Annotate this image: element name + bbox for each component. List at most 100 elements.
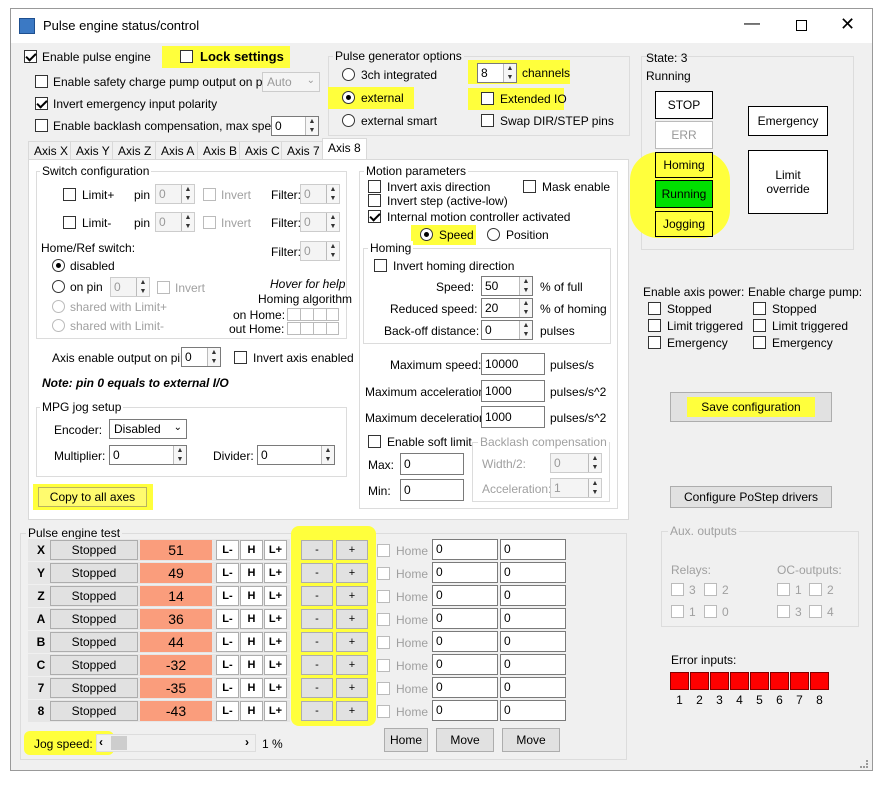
limit-plus-filter-spinner[interactable]: 0 ▲ ▼ (300, 184, 340, 204)
limit-plus-button[interactable]: L+ (264, 655, 287, 675)
lock-settings-checkbox[interactable] (180, 50, 193, 63)
tab-axis-x[interactable]: Axis X (28, 141, 75, 160)
chevron-right-icon[interactable]: › (245, 735, 249, 749)
max-accel-input[interactable]: 1000 (481, 380, 545, 402)
home-checkbox[interactable] (377, 705, 390, 718)
limit-minus-checkbox[interactable] (63, 216, 76, 229)
jog-plus-button[interactable]: + (336, 678, 368, 698)
width2-spinner[interactable]: 0 ▲ ▼ (550, 453, 602, 473)
jog-minus-button[interactable]: - (301, 701, 333, 721)
spin-arrows-icon[interactable]: ▲ ▼ (326, 213, 339, 231)
jog-plus-button[interactable]: + (336, 586, 368, 606)
move-button-1[interactable]: Move (436, 728, 494, 752)
radio-external-smart[interactable] (342, 114, 355, 127)
spin-arrows-icon[interactable]: ▲ ▼ (519, 277, 532, 295)
safety-pump-select[interactable]: Auto ⌄ (262, 72, 320, 92)
emergency-button[interactable]: Emergency (748, 106, 828, 136)
position-mode-radio[interactable] (487, 228, 500, 241)
reduced-speed-spinner[interactable]: 20 ▲ ▼ (481, 298, 533, 318)
radio-3ch-integrated[interactable] (342, 68, 355, 81)
relay-3-checkbox[interactable] (671, 583, 684, 596)
tab-axis-c[interactable]: Axis C (239, 141, 286, 160)
spin-arrows-icon[interactable]: ▲ ▼ (503, 64, 516, 82)
position-input-1[interactable]: 0 (432, 700, 498, 721)
position-input-1[interactable]: 0 (432, 562, 498, 583)
spin-arrows-icon[interactable]: ▲ ▼ (305, 117, 318, 135)
out-home-algorithm-cells[interactable] (287, 322, 339, 335)
home-filter-spinner[interactable]: 0 ▲ ▼ (300, 241, 340, 261)
home-h-button[interactable]: H (240, 563, 263, 583)
max-decel-input[interactable]: 1000 (481, 406, 545, 428)
soft-min-input[interactable]: 0 (400, 479, 464, 501)
acceleration-spinner[interactable]: 1 ▲ ▼ (550, 478, 602, 498)
jog-minus-button[interactable]: - (301, 540, 333, 560)
homing-speed-spinner[interactable]: 50 ▲ ▼ (481, 276, 533, 296)
jog-minus-button[interactable]: - (301, 563, 333, 583)
charge-pump-stopped-checkbox[interactable] (753, 302, 766, 315)
home-h-button[interactable]: H (240, 609, 263, 629)
home-disabled-radio[interactable] (52, 259, 65, 272)
internal-motion-checkbox[interactable] (368, 210, 381, 223)
home-h-button[interactable]: H (240, 701, 263, 721)
spin-arrows-icon[interactable]: ▲ ▼ (326, 185, 339, 203)
limit-minus-filter-spinner[interactable]: 0 ▲ ▼ (300, 212, 340, 232)
backlash-checkbox[interactable] (35, 119, 48, 132)
jog-minus-button[interactable]: - (301, 609, 333, 629)
home-checkbox[interactable] (377, 636, 390, 649)
home-checkbox[interactable] (377, 659, 390, 672)
soft-limit-checkbox[interactable] (368, 435, 381, 448)
jog-minus-button[interactable]: - (301, 678, 333, 698)
limit-minus-button[interactable]: L- (216, 609, 239, 629)
on-home-algorithm-cells[interactable] (287, 308, 339, 321)
save-configuration-button[interactable]: Save configuration (670, 392, 832, 422)
multiplier-spinner[interactable]: 0 ▲ ▼ (109, 445, 187, 465)
position-input-2[interactable]: 0 (500, 700, 566, 721)
jog-plus-button[interactable]: + (336, 609, 368, 629)
jog-plus-button[interactable]: + (336, 632, 368, 652)
invert-homing-dir-checkbox[interactable] (374, 259, 387, 272)
extended-io-checkbox[interactable] (481, 92, 494, 105)
speed-mode-radio[interactable] (420, 228, 433, 241)
limit-plus-button[interactable]: L+ (264, 632, 287, 652)
home-checkbox[interactable] (377, 682, 390, 695)
jogging-state-button[interactable]: Jogging (655, 211, 713, 237)
position-input-1[interactable]: 0 (432, 539, 498, 560)
spin-arrows-icon[interactable]: ▲ ▼ (181, 185, 194, 203)
spin-arrows-icon[interactable]: ▲ ▼ (136, 278, 149, 296)
swap-dir-checkbox[interactable] (481, 114, 494, 127)
home-checkbox[interactable] (377, 544, 390, 557)
spin-arrows-icon[interactable]: ▲ ▼ (519, 321, 532, 339)
axis-power-limit-checkbox[interactable] (648, 319, 661, 332)
minimize-icon[interactable]: — (744, 15, 760, 33)
home-h-button[interactable]: H (240, 655, 263, 675)
stop-button[interactable]: STOP (655, 91, 713, 119)
divider-spinner[interactable]: 0 ▲ ▼ (257, 445, 335, 465)
tab-axis-a[interactable]: Axis A (155, 141, 201, 160)
backlash-speed-spinner[interactable]: 0 ▲ ▼ (271, 116, 319, 136)
max-speed-input[interactable]: 10000 (481, 353, 545, 375)
jog-minus-button[interactable]: - (301, 655, 333, 675)
backoff-spinner[interactable]: 0 ▲ ▼ (481, 320, 533, 340)
charge-pump-limit-checkbox[interactable] (753, 319, 766, 332)
jog-minus-button[interactable]: - (301, 632, 333, 652)
position-input-2[interactable]: 0 (500, 539, 566, 560)
jog-plus-button[interactable]: + (336, 563, 368, 583)
limit-override-button[interactable]: Limit override (748, 150, 828, 214)
spin-arrows-icon[interactable]: ▲ ▼ (181, 213, 194, 231)
maximize-icon[interactable] (796, 20, 807, 31)
position-input-1[interactable]: 0 (432, 631, 498, 652)
limit-minus-button[interactable]: L- (216, 701, 239, 721)
charge-pump-emergency-checkbox[interactable] (753, 336, 766, 349)
limit-minus-button[interactable]: L- (216, 586, 239, 606)
home-checkbox[interactable] (377, 567, 390, 580)
position-input-2[interactable]: 0 (500, 677, 566, 698)
position-input-2[interactable]: 0 (500, 654, 566, 675)
spin-arrows-icon[interactable]: ▲ ▼ (519, 299, 532, 317)
limit-minus-button[interactable]: L- (216, 632, 239, 652)
tab-axis-y[interactable]: Axis Y (70, 141, 116, 160)
spin-arrows-icon[interactable]: ▲ ▼ (588, 479, 601, 497)
tab-axis-8[interactable]: Axis 8 (322, 138, 367, 160)
home-on-pin-radio[interactable] (52, 280, 65, 293)
jog-plus-button[interactable]: + (336, 701, 368, 721)
invert-axis-dir-checkbox[interactable] (368, 180, 381, 193)
